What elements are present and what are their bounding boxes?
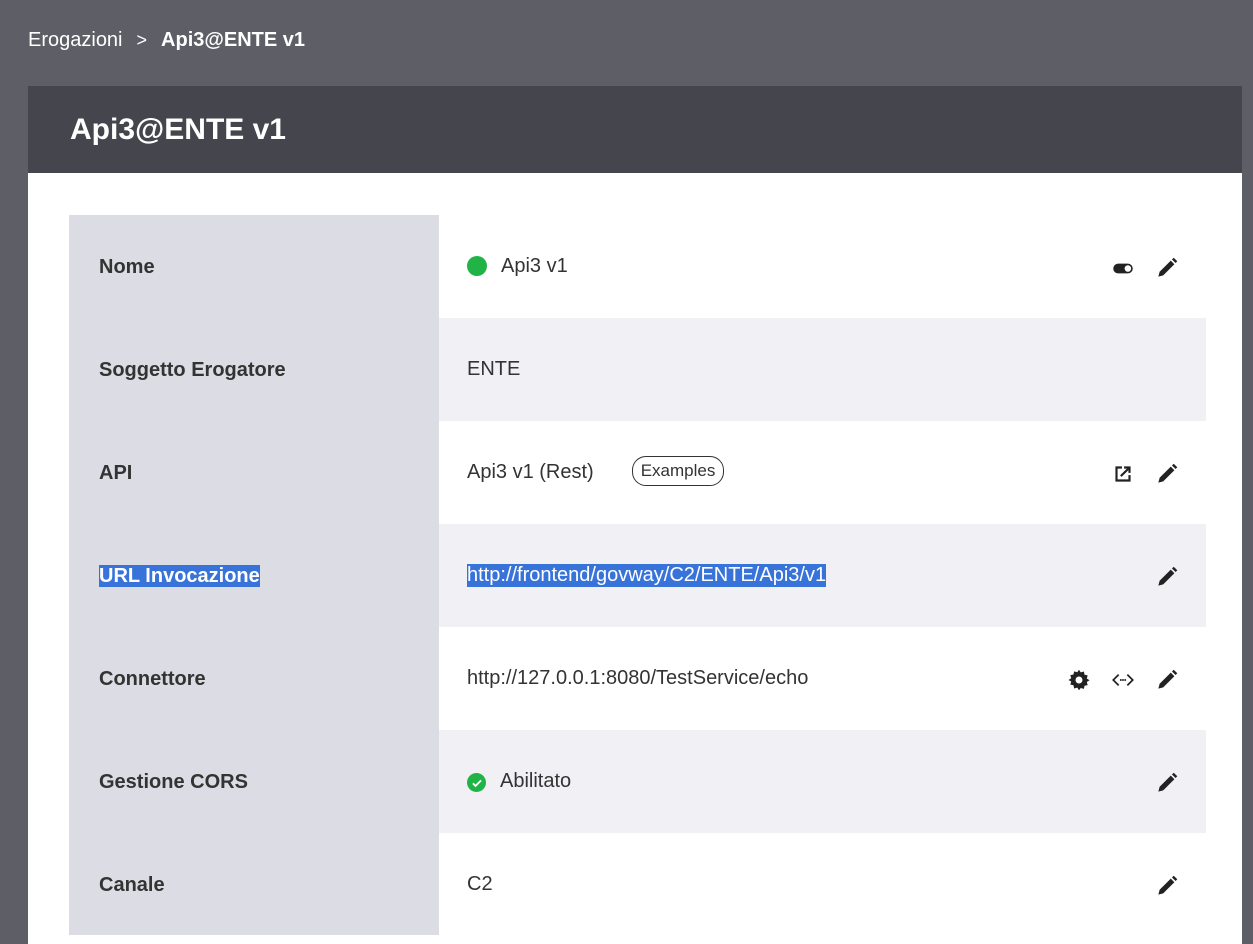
row-label: Connettore [99,668,206,690]
row-actions [1154,564,1180,590]
cors-value: Abilitato [500,770,572,792]
breadcrumb-parent-link[interactable]: Erogazioni [28,29,123,52]
row-value: ENTE [439,318,1206,421]
toggle-icon[interactable] [1110,255,1136,281]
row-soggetto-erogatore: Soggetto Erogatore ENTE [69,318,1206,421]
connettore-value: http://127.0.0.1:8080/TestService/echo [467,667,809,689]
edit-canale-pencil-icon[interactable] [1154,873,1180,899]
detail-body: Nome Api3 v1 Soggetto Erogatore ENTE API… [28,173,1242,944]
breadcrumb-separator: > [136,29,148,50]
soggetto-value: ENTE [467,358,521,380]
row-value: C2 [439,833,1206,936]
row-actions [1066,667,1180,693]
edit-connettore-pencil-icon[interactable] [1154,667,1180,693]
api-value: Api3 v1 (Rest) [467,461,594,483]
detail-panel: Api3@ENTE v1 Nome Api3 v1 Soggetto Eroga… [28,86,1242,944]
edit-cors-pencil-icon[interactable] [1154,770,1180,796]
edit-nome-pencil-icon[interactable] [1154,255,1180,281]
row-actions [1110,255,1180,281]
row-value: Api3 v1 (Rest) Examples [439,421,1206,524]
page-title: Api3@ENTE v1 [28,86,1242,173]
row-label: Gestione CORS [99,771,248,793]
edit-url-pencil-icon[interactable] [1154,564,1180,590]
check-circle-icon [467,773,486,792]
row-api: API Api3 v1 (Rest) Examples [69,421,1206,524]
row-url-invocazione: URL Invocazione http://frontend/govway/C… [69,524,1206,627]
open-in-new-icon[interactable] [1110,461,1136,487]
row-nome: Nome Api3 v1 [69,215,1206,318]
breadcrumb-current: Api3@ENTE v1 [161,28,306,51]
url-invocazione-value: http://frontend/govway/C2/ENTE/Api3/v1 [467,564,827,587]
row-gestione-cors: Gestione CORS Abilitato [69,730,1206,833]
row-value: Api3 v1 [439,215,1206,318]
row-label: URL Invocazione [99,565,260,587]
api-tag-badge: Examples [631,456,725,486]
row-connettore: Connettore http://127.0.0.1:8080/TestSer… [69,627,1206,730]
row-value: Abilitato [439,730,1206,833]
gear-icon[interactable] [1066,667,1092,693]
row-actions [1110,461,1180,487]
nome-value: Api3 v1 [501,255,568,277]
row-actions [1154,770,1180,796]
row-canale: Canale C2 [69,833,1206,936]
detail-rows: Nome Api3 v1 Soggetto Erogatore ENTE API… [69,215,1206,936]
row-actions [1154,873,1180,899]
row-label: Soggetto Erogatore [99,359,286,381]
code-arrows-icon[interactable] [1110,667,1136,693]
row-label: Nome [99,256,155,278]
row-value: http://127.0.0.1:8080/TestService/echo [439,627,1206,730]
row-value: http://frontend/govway/C2/ENTE/Api3/v1 [439,524,1206,627]
status-dot-icon [467,256,487,276]
breadcrumb: Erogazioni > Api3@ENTE v1 [28,0,305,86]
row-label: API [99,462,133,484]
canale-value: C2 [467,873,493,895]
edit-api-pencil-icon[interactable] [1154,461,1180,487]
row-label: Canale [99,874,165,896]
